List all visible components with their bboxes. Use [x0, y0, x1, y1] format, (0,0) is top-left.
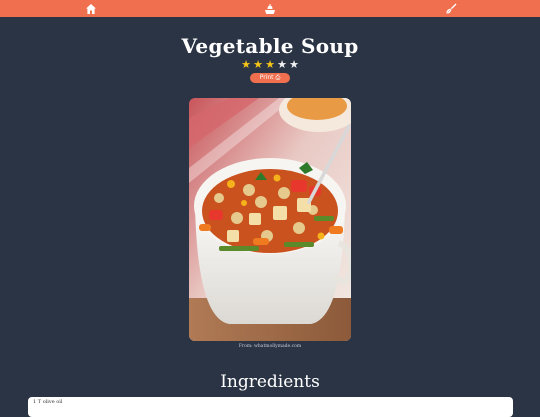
recipes-icon[interactable] [263, 2, 277, 15]
star-icon[interactable]: ★ [288, 58, 300, 71]
whisk-icon[interactable] [444, 2, 458, 15]
ingredients-list: 1 T olive oil [28, 397, 513, 417]
ingredients-heading: Ingredients [220, 372, 320, 392]
print-button[interactable]: Print ⎙ [250, 73, 290, 83]
star-icon[interactable]: ★ [276, 58, 288, 71]
home-icon[interactable] [84, 2, 98, 15]
star-icon[interactable]: ★ [240, 58, 252, 71]
top-nav-bar [0, 0, 540, 17]
recipe-title: Vegetable Soup [181, 34, 359, 58]
star-rating[interactable]: ★ ★ ★ ★ ★ [0, 58, 540, 71]
ingredient-item: 1 T olive oil [33, 399, 63, 405]
image-credit: From: whatmollymade.com [238, 344, 302, 349]
star-icon[interactable]: ★ [252, 58, 264, 71]
recipe-photo [189, 98, 351, 341]
star-icon[interactable]: ★ [264, 58, 276, 71]
